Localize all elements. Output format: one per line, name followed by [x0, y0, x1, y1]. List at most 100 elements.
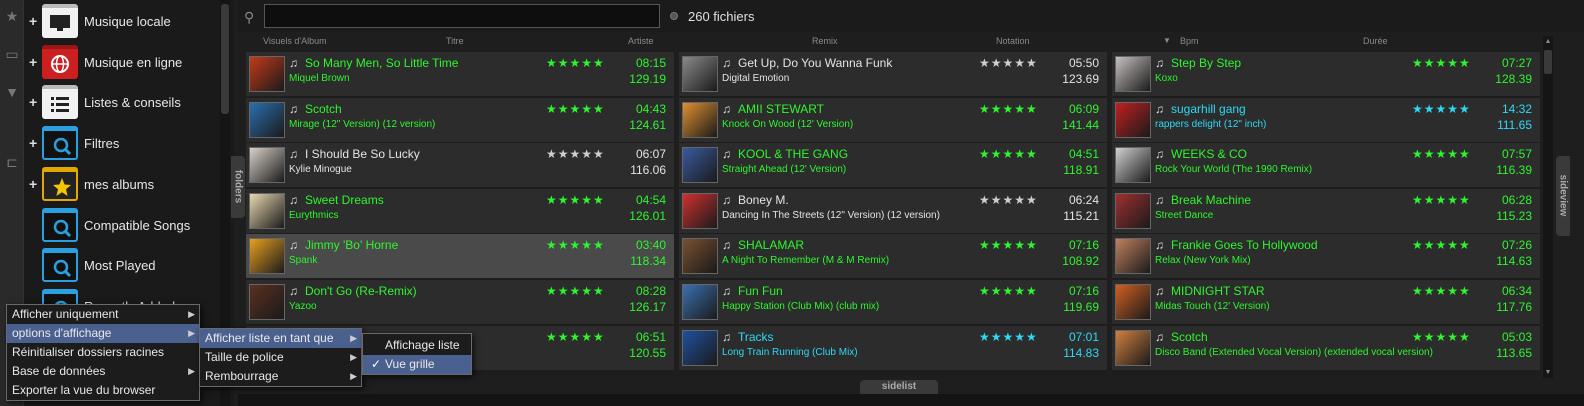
track-cell[interactable]: ♫ KOOL & THE GANG Straight Ahead (12' Vers… [679, 143, 1107, 188]
rating-stars[interactable]: ★★★★★ [546, 284, 605, 298]
track-title: Break Machine [1171, 192, 1252, 207]
rating-stars[interactable]: ★★★★★ [1412, 193, 1471, 207]
rating-stars[interactable]: ★★★★★ [979, 284, 1038, 298]
filter-icon[interactable]: ▼ [2, 82, 22, 102]
drive-icon[interactable]: ▭ [2, 44, 22, 64]
col-title[interactable]: Titre [446, 36, 464, 46]
rating-stars[interactable]: ★★★★★ [979, 56, 1038, 70]
track-cell[interactable]: ♫ Break Machine Street Dance ★★★★★ 06:28 115.… [1112, 188, 1540, 233]
track-cell[interactable]: ♫ WEEKS & CO Rock Your World (The 1990 Rem… [1112, 143, 1540, 188]
folder-item[interactable]: Most Played [24, 246, 224, 286]
folder-item[interactable]: + mes albums [24, 165, 224, 205]
star-gear-icon[interactable]: ★ [2, 6, 22, 26]
track-cell[interactable]: ♫ Boney M. Dancing In The Streets (12" Ver… [679, 188, 1107, 233]
rating-stars[interactable]: ★★★★★ [979, 330, 1038, 344]
rating-stars[interactable]: ★★★★★ [1412, 56, 1471, 70]
folder-item[interactable]: + Listes & conseils [24, 83, 224, 123]
rating-stars[interactable]: ★★★★★ [546, 56, 605, 70]
sideview-tab[interactable]: sideview [1556, 156, 1570, 236]
col-rating[interactable]: Notation [996, 36, 1030, 46]
checkmark-icon: ✓ [371, 357, 382, 371]
folder-item[interactable]: + Musique en ligne [24, 43, 224, 83]
track-cell[interactable]: ♫ AMII STEWART Knock On Wood (12' Version)… [679, 97, 1107, 142]
track-cell[interactable]: ♫ Step By Step Koxo ★★★★★ 07:27 128.39 [1112, 52, 1540, 96]
rating-stars[interactable]: ★★★★★ [546, 147, 605, 161]
sampler-icon[interactable]: ⊏ [2, 152, 22, 172]
expand-icon[interactable]: + [29, 135, 37, 151]
track-cell[interactable]: ♫ Get Up, Do You Wanna Funk Digital Emotio… [679, 52, 1107, 96]
rating-stars[interactable]: ★★★★★ [1412, 147, 1471, 161]
menu-item[interactable]: options d'affichage ▶ [7, 324, 199, 343]
col-artist[interactable]: Artiste [628, 36, 654, 46]
scroll-up-icon[interactable]: ▲ [1543, 38, 1553, 45]
track-cell[interactable]: ♫ Tracks Long Train Running (Club Mix) ★★★★… [679, 325, 1107, 370]
col-duration[interactable]: Durée [1363, 36, 1388, 46]
track-duration: 06:34 [1501, 284, 1532, 298]
rating-stars[interactable]: ★★★★★ [546, 330, 605, 344]
rating-stars[interactable]: ★★★★★ [1412, 284, 1471, 298]
music-note-icon: ♫ [289, 101, 298, 116]
rating-stars[interactable]: ★★★★★ [979, 147, 1038, 161]
scroll-thumb[interactable] [1544, 50, 1552, 74]
track-cell[interactable]: ♫ sugarhill gang rappers delight (12" inch… [1112, 97, 1540, 142]
track-bpm: 114.63 [1496, 254, 1532, 269]
track-title: WEEKS & CO [1171, 147, 1248, 162]
track-cell[interactable]: ♫ So Many Men, So Little Time Miquel Brown… [246, 52, 674, 96]
album-art [1115, 56, 1151, 92]
track-artist: Spank [289, 255, 318, 267]
track-cell[interactable]: ♫ Frankie Goes To Hollywood Relax (New Yor… [1112, 234, 1540, 279]
expand-icon[interactable]: + [29, 54, 37, 70]
sidelist-tab[interactable]: sidelist [860, 380, 938, 394]
rating-stars[interactable]: ★★★★★ [1412, 102, 1471, 116]
track-bpm: 123.69 [1062, 72, 1099, 86]
rating-stars[interactable]: ★★★★★ [979, 238, 1038, 252]
rating-stars[interactable]: ★★★★★ [979, 193, 1038, 207]
scroll-down-icon[interactable]: ▼ [1543, 369, 1553, 376]
folder-item[interactable]: + Musique locale [24, 2, 224, 42]
col-bpm[interactable]: Bpm [1180, 36, 1199, 46]
menu-item[interactable]: Réinitialiser dossiers racines [7, 343, 199, 362]
expand-icon[interactable]: + [29, 13, 37, 29]
rating-stars[interactable]: ★★★★★ [546, 193, 605, 207]
track-bpm: 116.06 [630, 163, 666, 178]
scroll-thumb[interactable] [221, 4, 229, 114]
track-bpm: 128.39 [1495, 72, 1532, 86]
track-artist: Mirage (12" Version) (12 version) [289, 118, 436, 130]
menu-item[interactable]: Base de données ▶ [7, 362, 199, 381]
track-duration: 07:27 [1501, 56, 1532, 70]
view-mode-item[interactable]: Affichage liste [363, 336, 471, 355]
submenu-item[interactable]: Rembourrage ▶ [200, 367, 361, 386]
track-cell[interactable]: ♫ I Should Be So Lucky Kylie Minogue ★★★★★ 0… [246, 143, 674, 188]
col-remix[interactable]: Remix [812, 36, 838, 46]
folders-tab[interactable]: folders [231, 156, 245, 218]
expand-icon[interactable]: + [29, 94, 37, 110]
track-duration: 07:16 [1068, 238, 1099, 253]
rating-stars[interactable]: ★★★★★ [1412, 238, 1471, 252]
track-cell[interactable]: ♫ MIDNIGHT STAR Midas Touch (12' Version) ★… [1112, 280, 1540, 324]
col-album-art[interactable]: Visuels d'Album [263, 36, 327, 46]
count-indicator-icon [670, 12, 678, 20]
grid-scrollbar[interactable]: ▲ ▼ [1543, 36, 1553, 378]
folder-item[interactable]: + Filtres [24, 124, 224, 164]
track-cell[interactable]: ♫ SHALAMAR A Night To Remember (M & M Remi… [679, 234, 1107, 279]
expand-icon[interactable]: + [29, 176, 37, 192]
track-cell[interactable]: ♫ Fun Fun Happy Station (Club Mix) (club m… [679, 280, 1107, 324]
menu-item[interactable]: Exporter la vue du browser [7, 381, 199, 400]
rating-stars[interactable]: ★★★★★ [1412, 330, 1471, 344]
track-cell[interactable]: ♫ Scotch Disco Band (Extended Vocal Versio… [1112, 325, 1540, 370]
rating-stars[interactable]: ★★★★★ [546, 102, 605, 116]
menu-item[interactable]: Afficher uniquement ▶ [7, 305, 199, 324]
album-art [1115, 238, 1151, 275]
track-cell[interactable]: ♫ Sweet Dreams Eurythmics ★★★★★ 04:54 126.01 [246, 188, 674, 233]
track-cell[interactable]: ♫ Scotch Mirage (12" Version) (12 version)… [246, 97, 674, 142]
folder-item[interactable]: Compatible Songs [24, 206, 224, 246]
search-input[interactable] [264, 4, 660, 28]
submenu-item[interactable]: Afficher liste en tant que ▶ [200, 329, 361, 348]
submenu-item[interactable]: Taille de police ▶ [200, 348, 361, 367]
track-cell[interactable]: ♫ Jimmy 'Bo' Horne Spank ★★★★★ 03:40 118.34 [246, 234, 674, 279]
track-cell[interactable]: ♫ Don't Go (Re-Remix) Yazoo ★★★★★ 08:28 126.1… [246, 280, 674, 324]
view-mode-item[interactable]: ✓ Vue grille [363, 355, 471, 374]
rating-stars[interactable]: ★★★★★ [979, 102, 1038, 116]
track-title: Tracks [738, 329, 774, 344]
rating-stars[interactable]: ★★★★★ [546, 238, 605, 252]
